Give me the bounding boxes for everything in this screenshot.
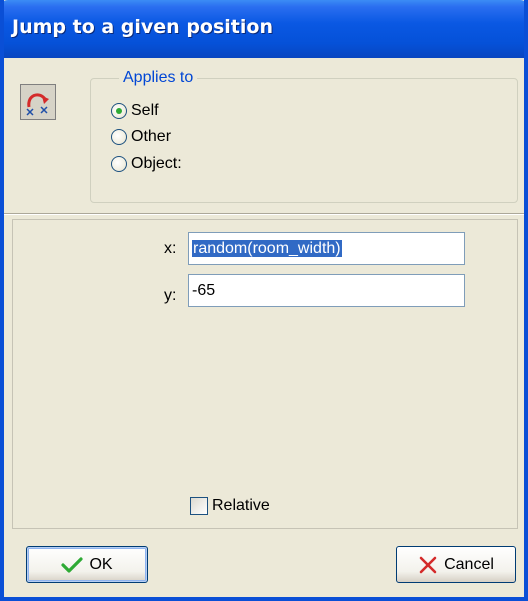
relative-checkbox[interactable]: Relative	[190, 495, 270, 517]
cancel-button[interactable]: Cancel	[396, 546, 516, 583]
jump-to-position-icon	[20, 84, 56, 120]
ok-button[interactable]: OK	[26, 546, 148, 583]
x-input-value: random(room_width)	[192, 240, 342, 257]
radio-object-label: Object:	[131, 155, 182, 172]
title-bar[interactable]: Jump to a given position	[4, 0, 524, 58]
radio-other[interactable]: Other	[111, 126, 171, 148]
x-icon	[418, 555, 438, 575]
checkmark-icon	[61, 556, 84, 574]
ok-button-label: OK	[89, 555, 113, 573]
relative-label: Relative	[212, 497, 270, 514]
y-label: y:	[164, 287, 177, 304]
applies-to-legend: Applies to	[119, 69, 198, 87]
x-input[interactable]: random(room_width)	[188, 232, 465, 265]
dialog-window: Jump to a given position Applies to Self…	[0, 0, 528, 601]
y-input[interactable]: -65	[188, 274, 465, 307]
radio-object[interactable]: Object:	[111, 153, 182, 175]
x-label: x:	[164, 240, 177, 257]
radio-object-button[interactable]	[111, 156, 127, 172]
radio-other-button[interactable]	[111, 129, 127, 145]
parameters-panel	[12, 219, 518, 529]
radio-self[interactable]: Self	[111, 100, 159, 122]
y-input-value: -65	[192, 282, 216, 299]
relative-checkbox-box[interactable]	[190, 497, 208, 515]
window-title: Jump to a given position	[12, 16, 273, 38]
radio-other-label: Other	[131, 128, 172, 145]
cancel-button-label: Cancel	[444, 555, 494, 573]
radio-self-label: Self	[131, 102, 159, 119]
divider	[4, 213, 524, 215]
radio-self-button[interactable]	[111, 103, 127, 119]
